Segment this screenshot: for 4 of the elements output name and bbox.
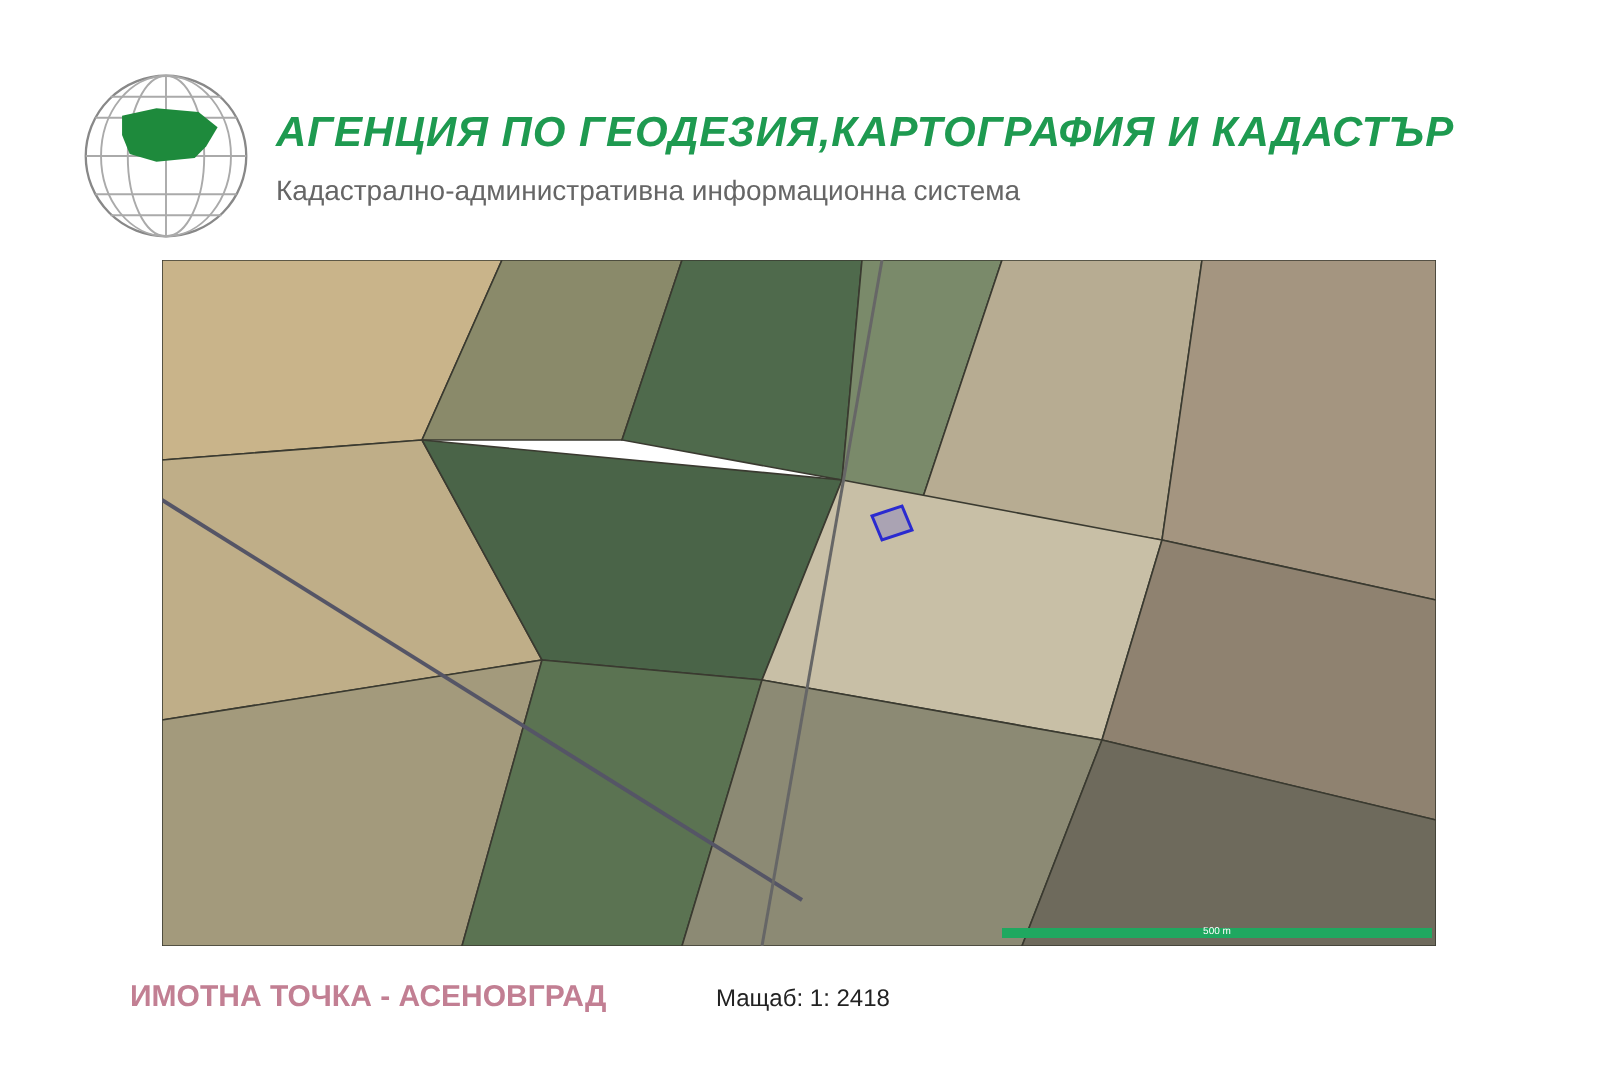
scale-text: Мащаб: 1: 2418	[716, 984, 890, 1012]
agency-title: АГЕНЦИЯ ПО ГЕОДЕЗИЯ,КАРТОГРАФИЯ И КАДАСТЪР	[276, 110, 1455, 158]
property-title: ИМОТНА ТОЧКА - АСЕНОВГРАД	[130, 980, 609, 1014]
system-subtitle: Кадастрално-административна информационна система	[276, 174, 1023, 206]
